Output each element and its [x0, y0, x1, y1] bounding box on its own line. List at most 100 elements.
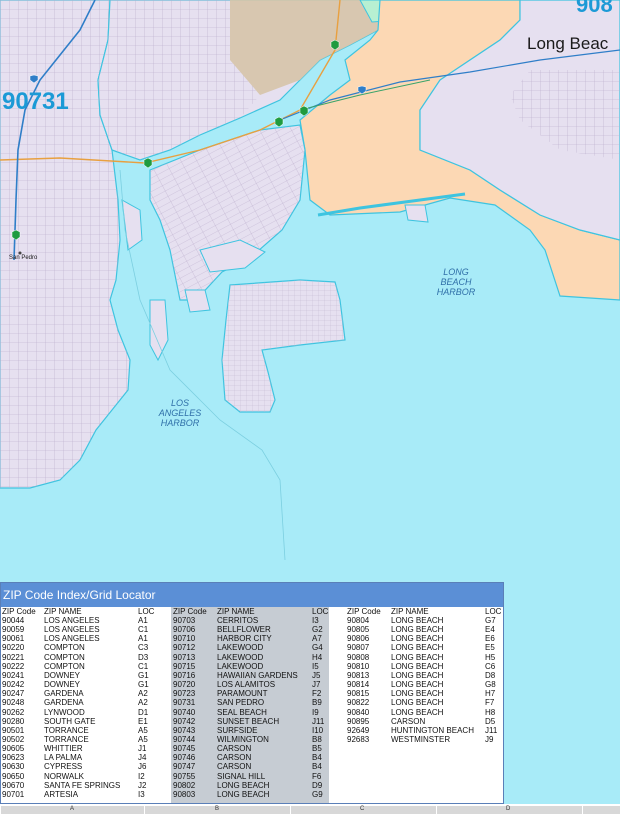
zip-code-cell: 90803	[173, 789, 196, 799]
loc-cell: H7	[485, 689, 496, 699]
zip-code-cell: 90804	[347, 616, 370, 625]
zip-name-cell: LONG BEACH	[217, 789, 270, 799]
zip-code-cell: 92649	[347, 725, 370, 735]
zip-name-cell: CYPRESS	[44, 762, 83, 772]
zip-code-cell: 90501	[2, 725, 25, 735]
zip-code-cell: 92683	[347, 734, 370, 744]
zip-name-cell: CARSON	[217, 762, 252, 772]
loc-cell: F2	[312, 689, 322, 699]
zip-code-cell: 90670	[2, 780, 25, 790]
zip-name-cell: CARSON	[391, 716, 426, 726]
zip-code-cell: 90815	[347, 689, 370, 699]
zip-code-cell: 90712	[173, 643, 196, 653]
loc-cell: A5	[138, 734, 148, 744]
zip-code-cell: 90755	[173, 771, 196, 781]
loc-cell: H5	[485, 652, 496, 662]
zip-code-cell: 90248	[2, 698, 25, 708]
town-label-san-pedro: San Pedro	[9, 255, 38, 261]
loc-cell: E6	[485, 634, 495, 644]
zip-name-cell: LONG BEACH	[391, 616, 444, 625]
harbor-label-long-beach: LONG BEACH HARBOR	[426, 267, 486, 297]
zip-code-cell: 90742	[173, 716, 196, 726]
loc-cell: J2	[138, 780, 147, 790]
zip-code-cell: 90044	[2, 616, 25, 625]
loc-cell: J4	[138, 753, 147, 763]
zip-name-cell: LONG BEACH	[391, 652, 444, 662]
zip-name-cell: SEAL BEACH	[217, 707, 267, 717]
loc-cell: J11	[312, 716, 325, 726]
zip-name-cell: LONG BEACH	[217, 780, 270, 790]
header-zip-code: ZIP Code	[173, 607, 207, 616]
grid-letter-b: B	[215, 806, 220, 812]
grid-axis-segment	[582, 806, 620, 814]
zip-name-cell: SANTA FE SPRINGS	[44, 780, 121, 790]
zip-name-cell: LONG BEACH	[391, 634, 444, 644]
zip-name-cell: LONG BEACH	[391, 689, 444, 699]
harbor-label-line: LOS	[170, 398, 189, 408]
zip-code-cell: 90723	[173, 689, 196, 699]
zip-code-cell: 90059	[2, 625, 25, 635]
city-label-long-beach: Long Beac	[527, 34, 609, 53]
zip-name-cell: CARSON	[217, 753, 252, 763]
zip-code-cell: 90840	[347, 707, 370, 717]
zip-code-cell: 90650	[2, 771, 25, 781]
zip-code-cell: 90623	[2, 753, 25, 763]
grid-letter-d: D	[506, 806, 511, 812]
zip-code-cell: 90806	[347, 634, 370, 644]
loc-cell: D5	[485, 716, 496, 726]
zip-name-cell: LONG BEACH	[391, 680, 444, 690]
zip-name-cell: DOWNEY	[44, 670, 80, 680]
header-zip-name: ZIP NAME	[44, 607, 82, 616]
loc-cell: A5	[138, 725, 148, 735]
zip-name-cell: LONG BEACH	[391, 643, 444, 653]
zip-code-cell: 90706	[173, 625, 196, 635]
loc-cell: I3	[138, 789, 145, 799]
loc-cell: B8	[312, 734, 322, 744]
zip-code-cell: 90630	[2, 762, 25, 772]
zip-code-cell: 90822	[347, 698, 370, 708]
zip-code-cell: 90222	[2, 661, 25, 671]
zip-name-cell: LAKEWOOD	[217, 661, 264, 671]
loc-cell: A1	[138, 616, 148, 625]
zip-code-cell: 90247	[2, 689, 25, 699]
loc-cell: J7	[312, 680, 321, 690]
zip-name-cell: LAKEWOOD	[217, 643, 264, 653]
zip-code-cell: 90703	[173, 616, 196, 625]
zip-code-cell: 90605	[2, 744, 25, 754]
zip-name-cell: GARDENA	[44, 689, 84, 699]
zip-code-cell: 90262	[2, 707, 25, 717]
zip-name-cell: WILMINGTON	[217, 734, 269, 744]
loc-cell: D9	[312, 780, 323, 790]
zip-code-cell: 90061	[2, 634, 25, 644]
zip-name-cell: LA PALMA	[44, 753, 83, 763]
loc-cell: B5	[312, 744, 322, 754]
loc-cell: F7	[485, 698, 495, 708]
zip-code-cell: 90743	[173, 725, 196, 735]
loc-cell: I9	[312, 707, 319, 717]
zip-code-cell: 90895	[347, 716, 370, 726]
zip-name-cell: GARDENA	[44, 698, 84, 708]
loc-cell: J1	[138, 744, 147, 754]
loc-cell: B4	[312, 762, 322, 772]
zip-name-cell: LOS ALAMITOS	[217, 680, 276, 690]
loc-cell: J9	[485, 734, 494, 744]
zip-name-cell: LOS ANGELES	[44, 616, 100, 625]
harbor-label-line: ANGELES	[158, 408, 202, 418]
zip-code-cell: 90744	[173, 734, 196, 744]
zip-name-cell: COMPTON	[44, 643, 85, 653]
zip-index-title: ZIP Code Index/Grid Locator	[1, 583, 503, 607]
loc-cell: D3	[138, 652, 149, 662]
harbor-label-line: HARBOR	[160, 418, 200, 428]
zip-code-cell: 90808	[347, 652, 370, 662]
zip-index-column: ZIP Code ZIP NAME LOC 90044 LOS ANGELES A1…	[1, 607, 171, 803]
loc-cell: I3	[312, 616, 319, 625]
zip-code-cell: 90746	[173, 753, 196, 763]
loc-cell: G9	[312, 789, 323, 799]
zip-code-cell: 90805	[347, 625, 370, 635]
zip-code-cell: 90720	[173, 680, 196, 690]
zip-name-cell: NORWALK	[44, 771, 85, 781]
zip-name-cell: SUNSET BEACH	[217, 716, 280, 726]
zip-code-cell: 90814	[347, 680, 370, 690]
zip-name-cell: COMPTON	[44, 661, 85, 671]
zip-code-cell: 90280	[2, 716, 25, 726]
